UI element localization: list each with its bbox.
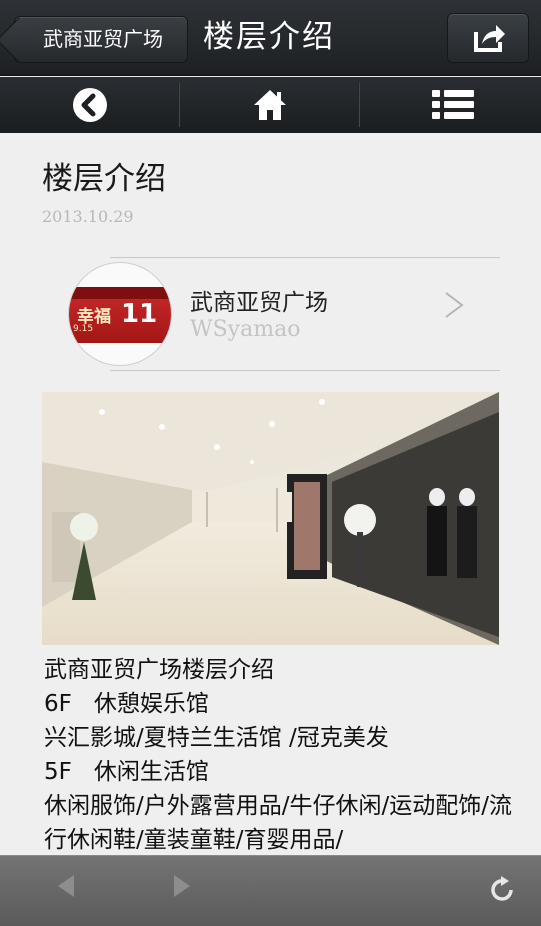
article-body: 武商亚贸广场楼层介绍 6F 休憩娱乐馆 兴汇影城/夏特兰生活馆 /冠克美发 5F 休…: [44, 653, 514, 855]
back-button-label: 武商亚贸广场: [43, 27, 163, 51]
menu-list-icon: [432, 90, 474, 119]
account-card[interactable]: 幸福 11 9.15 武商亚贸广场 WSyamao: [40, 257, 500, 373]
avatar-banner: 幸福 11 9.15: [69, 287, 171, 343]
page-header-title: 楼层介绍: [203, 19, 335, 55]
back-arrow-tip: [0, 17, 42, 63]
body-line: 6F 休憩娱乐馆: [44, 687, 514, 721]
account-id: WSyamao: [190, 317, 301, 342]
browser-back-icon[interactable]: [56, 874, 76, 898]
floor-name: 休憩娱乐馆: [93, 691, 209, 717]
avatar-text-date: 9.15: [73, 324, 94, 334]
back-circle-icon: [73, 88, 107, 122]
article-title: 楼层介绍: [42, 161, 166, 197]
nav-bar: [0, 77, 541, 133]
chevron-right-icon: [445, 292, 464, 318]
mall-interior-photo: [42, 392, 499, 645]
article-content: 楼层介绍 2013.10.29 幸福 11 9.15 武商亚贸广场 WSyama…: [0, 133, 541, 855]
body-line: 5F 休闲生活馆: [44, 755, 514, 789]
avatar: 幸福 11 9.15: [68, 262, 172, 366]
nav-home-button[interactable]: [180, 77, 360, 133]
article-date: 2013.10.29: [42, 207, 134, 226]
body-line: 休闲服饰/户外露营用品/牛仔休闲/运动配饰/流行休闲鞋/童装童鞋/育婴用品/: [44, 793, 512, 853]
account-name: 武商亚贸广场: [190, 290, 328, 316]
floor-name: 休闲生活馆: [93, 759, 209, 785]
body-line: 武商亚贸广场楼层介绍: [44, 657, 274, 683]
share-icon: [474, 25, 505, 52]
home-icon: [254, 90, 286, 120]
divider: [110, 370, 500, 371]
floor-code: 6F: [44, 691, 72, 717]
refresh-icon[interactable]: [490, 875, 516, 903]
divider: [110, 257, 500, 258]
body-line: 兴汇影城/夏特兰生活馆 /冠克美发: [44, 725, 389, 751]
top-title-bar: 武商亚贸广场 楼层介绍: [0, 0, 541, 76]
share-button[interactable]: [447, 13, 529, 63]
nav-back-button[interactable]: [0, 77, 180, 133]
nav-menu-button[interactable]: [360, 77, 540, 133]
back-to-account-button[interactable]: 武商亚贸广场: [0, 16, 188, 63]
banner-strip: [69, 287, 171, 299]
browser-forward-icon[interactable]: [172, 874, 192, 898]
floor-code: 5F: [44, 759, 72, 785]
avatar-text-num: 11: [121, 299, 158, 329]
browser-toolbar: [0, 855, 541, 926]
